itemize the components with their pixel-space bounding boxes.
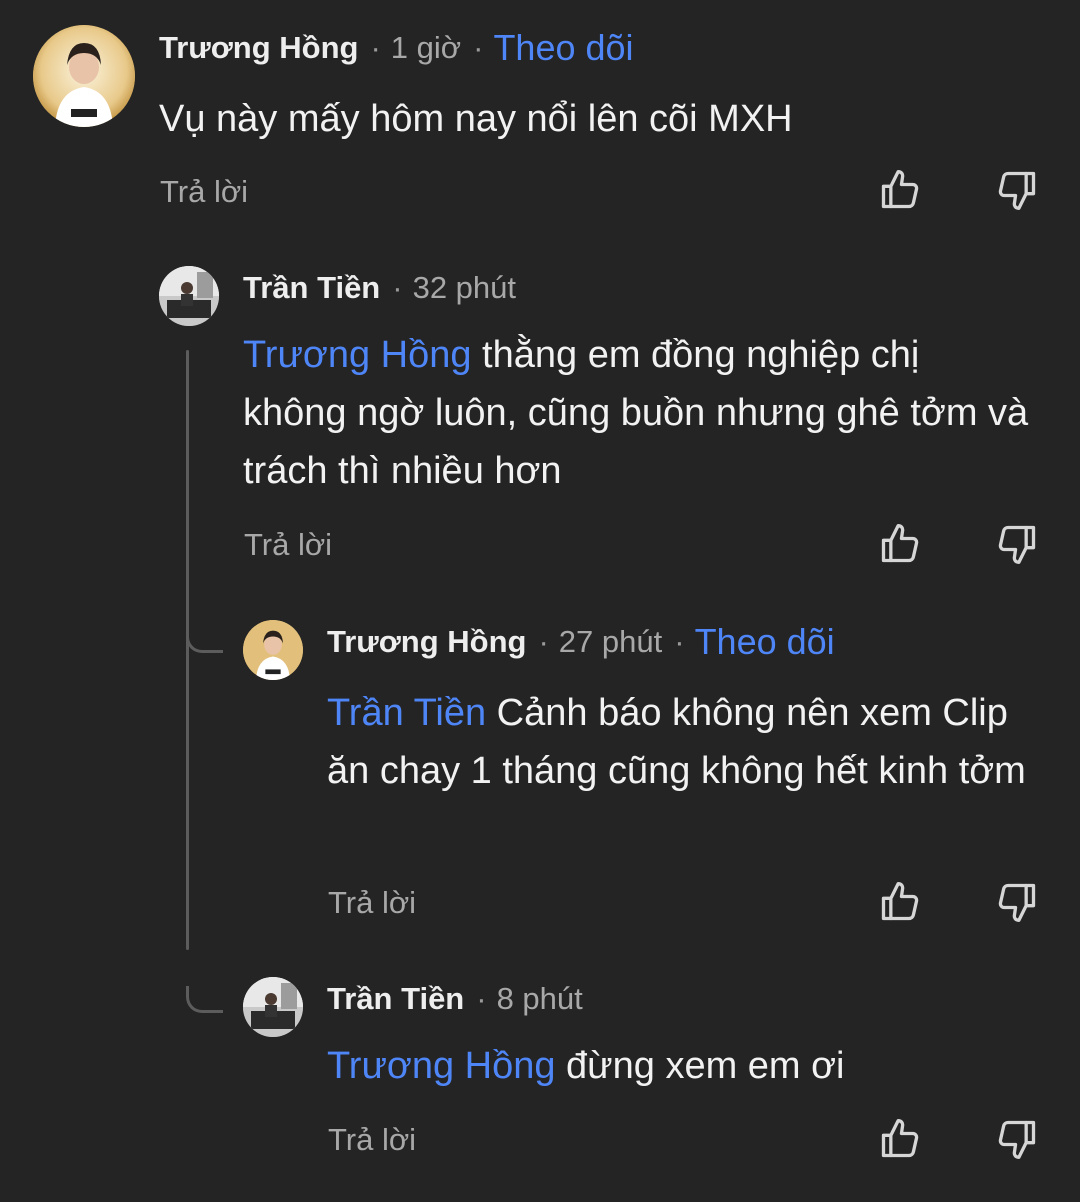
comment-meta: Trần Tiền · 8 phút <box>327 979 583 1019</box>
mention-link[interactable]: Trương Hồng <box>327 1045 555 1087</box>
timestamp: 32 phút <box>412 270 517 305</box>
avatar[interactable] <box>243 977 303 1037</box>
author-name[interactable]: Trương Hồng <box>159 30 358 66</box>
avatar[interactable] <box>33 25 135 127</box>
author-name[interactable]: Trần Tiền <box>327 981 464 1017</box>
avatar[interactable] <box>243 620 303 680</box>
comment-meta: Trương Hồng · 1 giờ · Theo dõi <box>159 27 634 69</box>
comment-text: Trần Tiền Cảnh báo không nên xem Clip ăn… <box>327 684 1047 800</box>
follow-button[interactable]: Theo dõi <box>695 621 835 663</box>
reply-button[interactable]: Trả lời <box>160 174 248 210</box>
avatar[interactable] <box>159 266 219 326</box>
mention-link[interactable]: Trương Hồng <box>243 334 471 376</box>
comment-text: Trương Hồng thằng em đồng nghiệp chị khô… <box>243 326 1033 500</box>
comment-text: Vụ này mấy hôm nay nổi lên cõi MXH <box>159 90 1039 148</box>
dislike-icon[interactable] <box>995 522 1039 566</box>
separator-dot: · <box>392 270 403 305</box>
thread-connector <box>186 986 223 1013</box>
timestamp: 27 phút <box>558 624 663 659</box>
separator-dot: · <box>674 624 685 659</box>
avatar-image <box>159 266 219 326</box>
timestamp: 1 giờ <box>390 30 462 65</box>
follow-button[interactable]: Theo dõi <box>493 27 633 69</box>
separator-dot: · <box>473 30 484 65</box>
comment-text: Trương Hồng đừng xem em ơi <box>327 1037 1047 1095</box>
author-name[interactable]: Trương Hồng <box>327 624 526 660</box>
like-icon[interactable] <box>878 1117 922 1161</box>
avatar-image <box>243 620 303 680</box>
author-name[interactable]: Trần Tiền <box>243 270 380 306</box>
avatar-image <box>33 25 135 127</box>
like-icon[interactable] <box>878 522 922 566</box>
like-icon[interactable] <box>878 168 922 212</box>
separator-dot: · <box>538 624 549 659</box>
dislike-icon[interactable] <box>995 1117 1039 1161</box>
reply-button[interactable]: Trả lời <box>328 885 416 921</box>
reply-button[interactable]: Trả lời <box>328 1122 416 1158</box>
thread-line <box>186 350 189 950</box>
like-icon[interactable] <box>878 880 922 924</box>
dislike-icon[interactable] <box>995 880 1039 924</box>
comment-body: Vụ này mấy hôm nay nổi lên cõi MXH <box>159 98 793 140</box>
dislike-icon[interactable] <box>995 168 1039 212</box>
comment-meta: Trương Hồng · 27 phút · Theo dõi <box>327 621 835 663</box>
separator-dot: · <box>476 981 487 1016</box>
thread-connector <box>186 626 223 653</box>
timestamp: 8 phút <box>496 981 583 1016</box>
comment-body: đừng xem em ơi <box>555 1045 845 1087</box>
mention-link[interactable]: Trần Tiền <box>327 692 486 734</box>
separator-dot: · <box>370 30 381 65</box>
comment-meta: Trần Tiền · 32 phút <box>243 268 516 308</box>
avatar-image <box>243 977 303 1037</box>
reply-button[interactable]: Trả lời <box>244 527 332 563</box>
